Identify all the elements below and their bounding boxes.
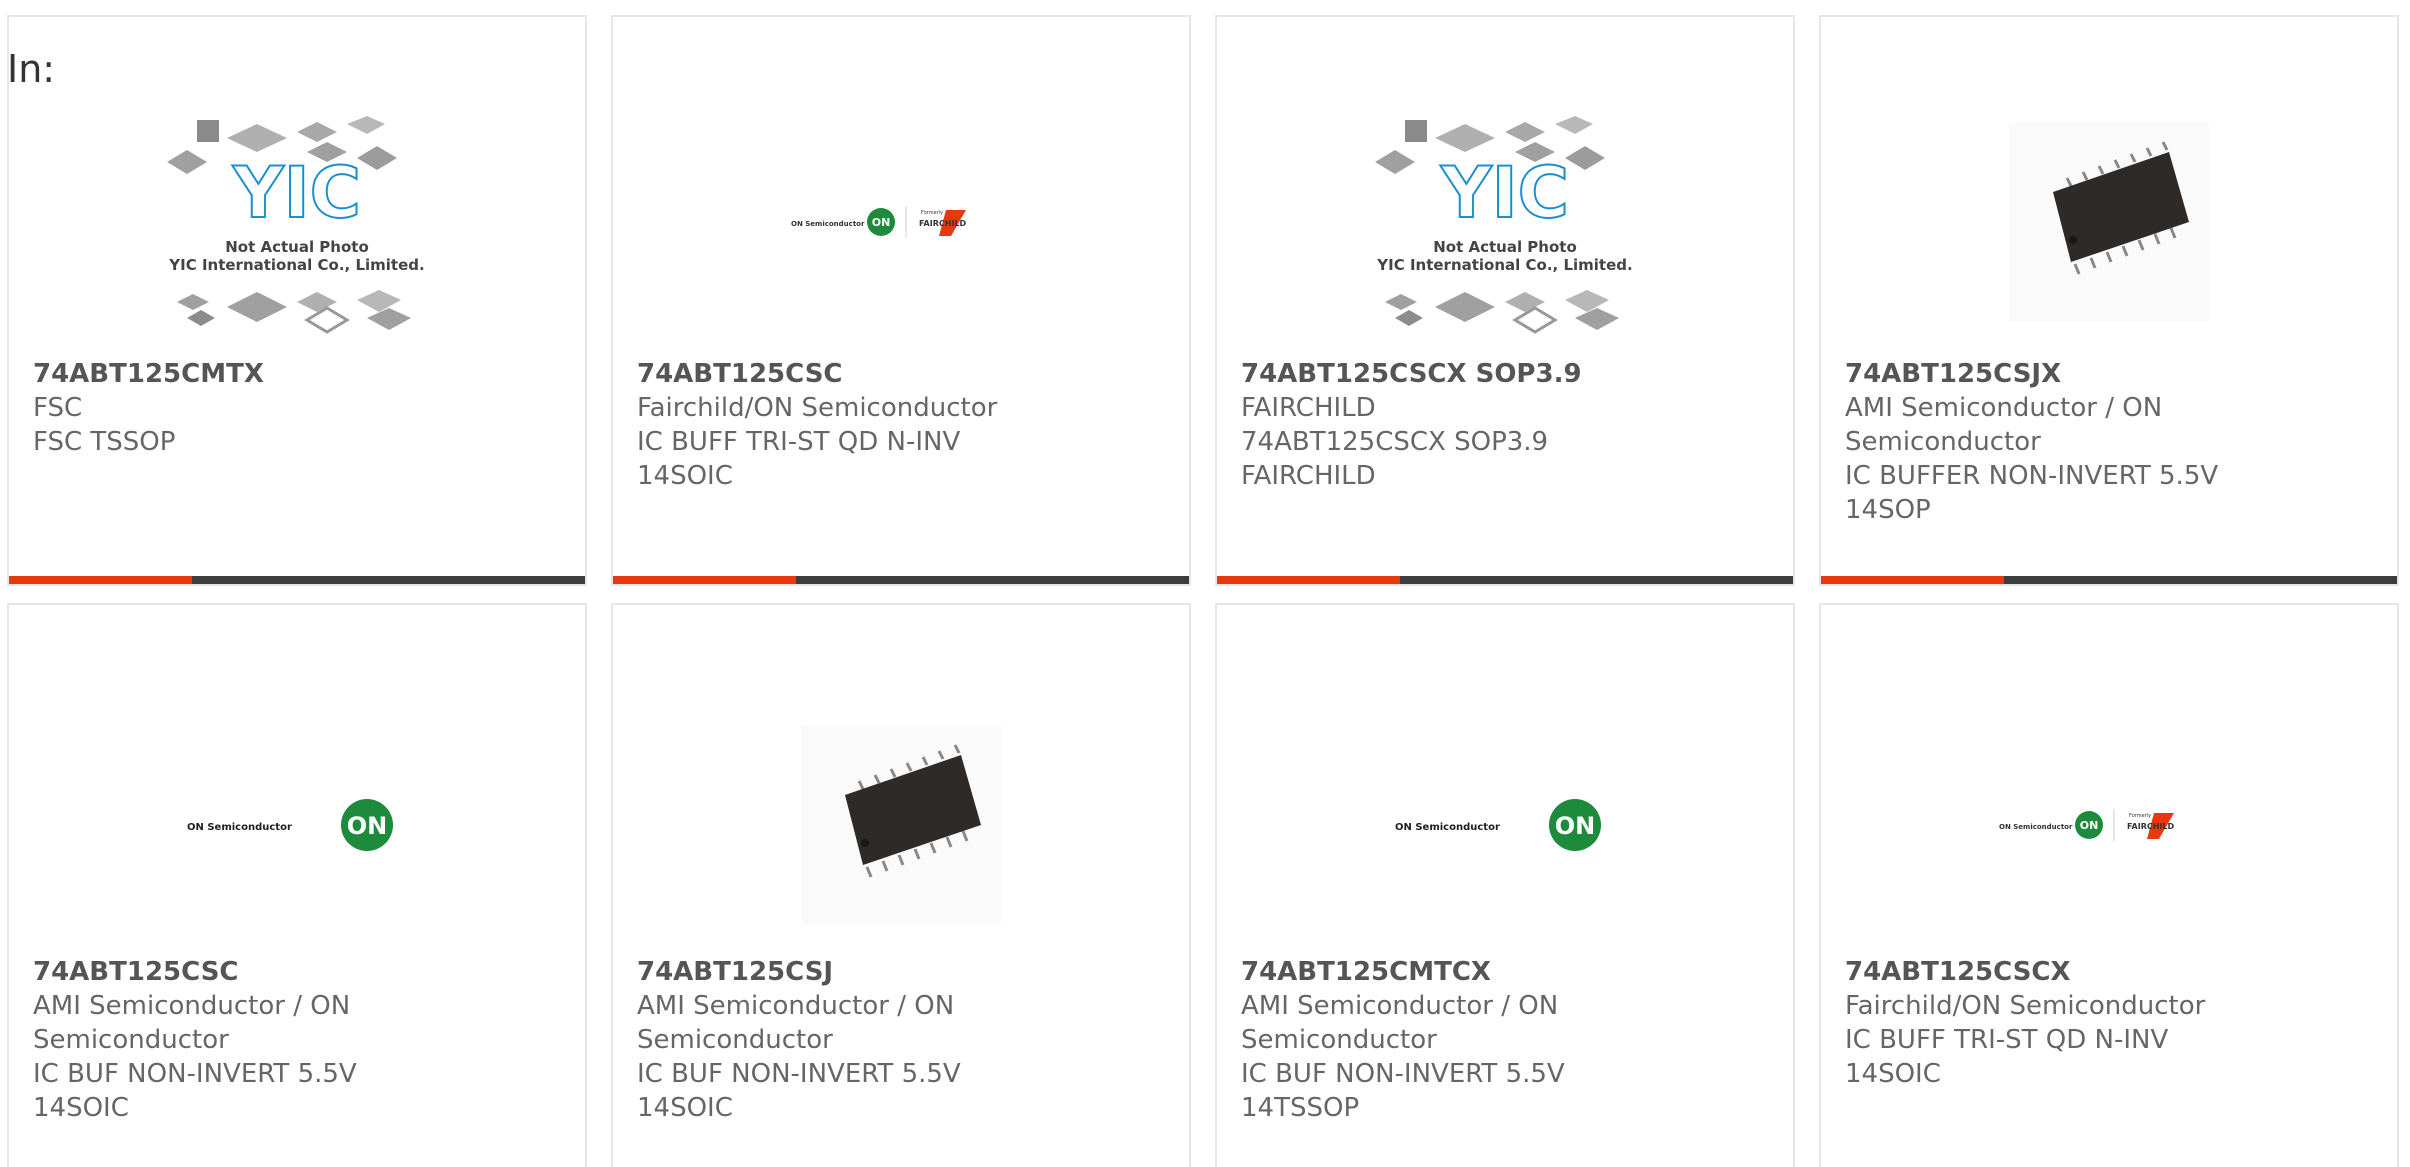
- logo-badge: ON: [872, 216, 891, 229]
- product-info: 74ABT125CSCX SOP3.9 FAIRCHILD 74ABT125CS…: [1241, 357, 1753, 493]
- logo-text: YIC: [232, 152, 361, 234]
- logo-badge: ON: [347, 812, 388, 840]
- part-number[interactable]: 74ABT125CMTCX: [1241, 955, 1753, 989]
- logo-text: ON Semiconductor: [1395, 822, 1500, 833]
- product-card[interactable]: 74ABT125CSJX AMI Semiconductor / ON Semi…: [1819, 15, 2399, 586]
- part-number[interactable]: 74ABT125CSJX: [1845, 357, 2357, 391]
- product-card[interactable]: ON Semiconductor ON 74ABT125CMTCX AMI Se…: [1215, 603, 1795, 1167]
- manufacturer: Fairchild/ON Semiconductor: [637, 393, 998, 423]
- card-bar: [1821, 576, 2397, 584]
- part-number[interactable]: 74ABT125CSC: [637, 357, 1149, 391]
- image-caption: YIC International Co., Limited.: [168, 256, 424, 274]
- package: 14SOIC: [637, 461, 733, 491]
- image-caption: Not Actual Photo: [225, 238, 369, 256]
- logo-text: ON Semiconductor: [791, 220, 865, 228]
- product-card[interactable]: ON Semiconductor ON Formerly FAIRCHILD 7…: [1819, 603, 2399, 1167]
- manufacturer-cont: Semiconductor: [637, 1025, 833, 1055]
- logo-text: ON Semiconductor: [187, 822, 292, 833]
- logo-text: Formerly: [921, 210, 943, 216]
- manufacturer: AMI Semiconductor / ON: [1241, 991, 1559, 1021]
- product-info: 74ABT125CMTCX AMI Semiconductor / ON Sem…: [1241, 955, 1753, 1125]
- filter-label: In:: [7, 47, 56, 91]
- manufacturer-cont: Semiconductor: [1845, 427, 2041, 457]
- product-image: ON Semiconductor ON Formerly FAIRCHILD: [613, 77, 1189, 367]
- package: FAIRCHILD: [1241, 461, 1376, 491]
- package: 14TSSOP: [1241, 1093, 1360, 1123]
- logo-text: FAIRCHILD: [919, 219, 967, 228]
- manufacturer-cont: Semiconductor: [1241, 1025, 1437, 1055]
- product-info: 74ABT125CMTX FSC FSC TSSOP: [33, 357, 545, 459]
- manufacturer: Fairchild/ON Semiconductor: [1845, 991, 2206, 1021]
- product-image: ON Semiconductor ON: [9, 680, 585, 970]
- manufacturer: AMI Semiconductor / ON: [1845, 393, 2163, 423]
- card-bar: [613, 576, 1189, 584]
- description: FSC TSSOP: [33, 427, 176, 457]
- manufacturer: AMI Semiconductor / ON: [637, 991, 955, 1021]
- on-fairchild-logo: ON Semiconductor ON Formerly FAIRCHILD: [791, 206, 967, 238]
- description: IC BUFF TRI-ST QD N-INV: [1845, 1025, 2169, 1055]
- image-caption: YIC International Co., Limited.: [1376, 256, 1632, 274]
- part-number[interactable]: 74ABT125CMTX: [33, 357, 545, 391]
- manufacturer-cont: Semiconductor: [33, 1025, 229, 1055]
- description: 74ABT125CSCX SOP3.9: [1241, 427, 1549, 457]
- package: 14SOIC: [33, 1093, 129, 1123]
- part-number[interactable]: 74ABT125CSCX: [1845, 955, 2357, 989]
- card-bar: [9, 576, 585, 584]
- product-card[interactable]: YIC Not Actual Photo YIC International C…: [7, 15, 587, 586]
- product-card[interactable]: 74ABT125CSJ AMI Semiconductor / ON Semic…: [611, 603, 1191, 1167]
- description: IC BUFFER NON-INVERT 5.5V: [1845, 461, 2219, 491]
- ic-chip-image: [801, 725, 1001, 925]
- logo-text: ON Semiconductor: [1999, 823, 2073, 831]
- product-card[interactable]: YIC Not Actual Photo YIC International C…: [1215, 15, 1795, 586]
- product-image: YIC Not Actual Photo YIC International C…: [9, 77, 585, 367]
- image-caption: Not Actual Photo: [1433, 238, 1577, 256]
- manufacturer: AMI Semiconductor / ON: [33, 991, 351, 1021]
- product-info: 74ABT125CSC Fairchild/ON Semiconductor I…: [637, 357, 1149, 493]
- part-number[interactable]: 74ABT125CSCX SOP3.9: [1241, 357, 1753, 391]
- on-logo: ON Semiconductor ON: [187, 799, 393, 851]
- logo-badge: ON: [1555, 812, 1596, 840]
- manufacturer: FSC: [33, 393, 83, 423]
- description: IC BUFF TRI-ST QD N-INV: [637, 427, 961, 457]
- on-fairchild-logo: ON Semiconductor ON Formerly FAIRCHILD: [1999, 809, 2175, 841]
- logo-text: Formerly: [2129, 813, 2151, 819]
- product-image: [613, 680, 1189, 970]
- logo-badge: ON: [2080, 819, 2099, 832]
- logo-text: FAIRCHILD: [2127, 822, 2175, 831]
- product-info: 74ABT125CSJ AMI Semiconductor / ON Semic…: [637, 955, 1149, 1125]
- package: 14SOIC: [637, 1093, 733, 1123]
- manufacturer: FAIRCHILD: [1241, 393, 1376, 423]
- ic-chip-image: [2009, 122, 2209, 322]
- description: IC BUF NON-INVERT 5.5V: [33, 1059, 357, 1089]
- yic-placeholder-image: YIC Not Actual Photo YIC International C…: [1375, 116, 1633, 334]
- package: 14SOP: [1845, 495, 1931, 525]
- product-image: YIC Not Actual Photo YIC International C…: [1217, 77, 1793, 367]
- product-image: ON Semiconductor ON Formerly FAIRCHILD: [1821, 680, 2397, 970]
- part-number[interactable]: 74ABT125CSC: [33, 955, 545, 989]
- on-logo: ON Semiconductor ON: [1395, 799, 1601, 851]
- product-card[interactable]: ON Semiconductor ON 74ABT125CSC AMI Semi…: [7, 603, 587, 1167]
- product-info: 74ABT125CSJX AMI Semiconductor / ON Semi…: [1845, 357, 2357, 527]
- card-bar: [1217, 576, 1793, 584]
- product-grid: YIC Not Actual Photo YIC International C…: [7, 15, 2399, 1167]
- product-info: 74ABT125CSC AMI Semiconductor / ON Semic…: [33, 955, 545, 1125]
- yic-placeholder-image: YIC Not Actual Photo YIC International C…: [167, 116, 425, 334]
- logo-text: YIC: [1440, 152, 1569, 234]
- product-image: ON Semiconductor ON: [1217, 680, 1793, 970]
- description: IC BUF NON-INVERT 5.5V: [1241, 1059, 1565, 1089]
- package: 14SOIC: [1845, 1059, 1941, 1089]
- part-number[interactable]: 74ABT125CSJ: [637, 955, 1149, 989]
- description: IC BUF NON-INVERT 5.5V: [637, 1059, 961, 1089]
- product-info: 74ABT125CSCX Fairchild/ON Semiconductor …: [1845, 955, 2357, 1091]
- product-image: [1821, 77, 2397, 367]
- product-card[interactable]: ON Semiconductor ON Formerly FAIRCHILD 7…: [611, 15, 1191, 586]
